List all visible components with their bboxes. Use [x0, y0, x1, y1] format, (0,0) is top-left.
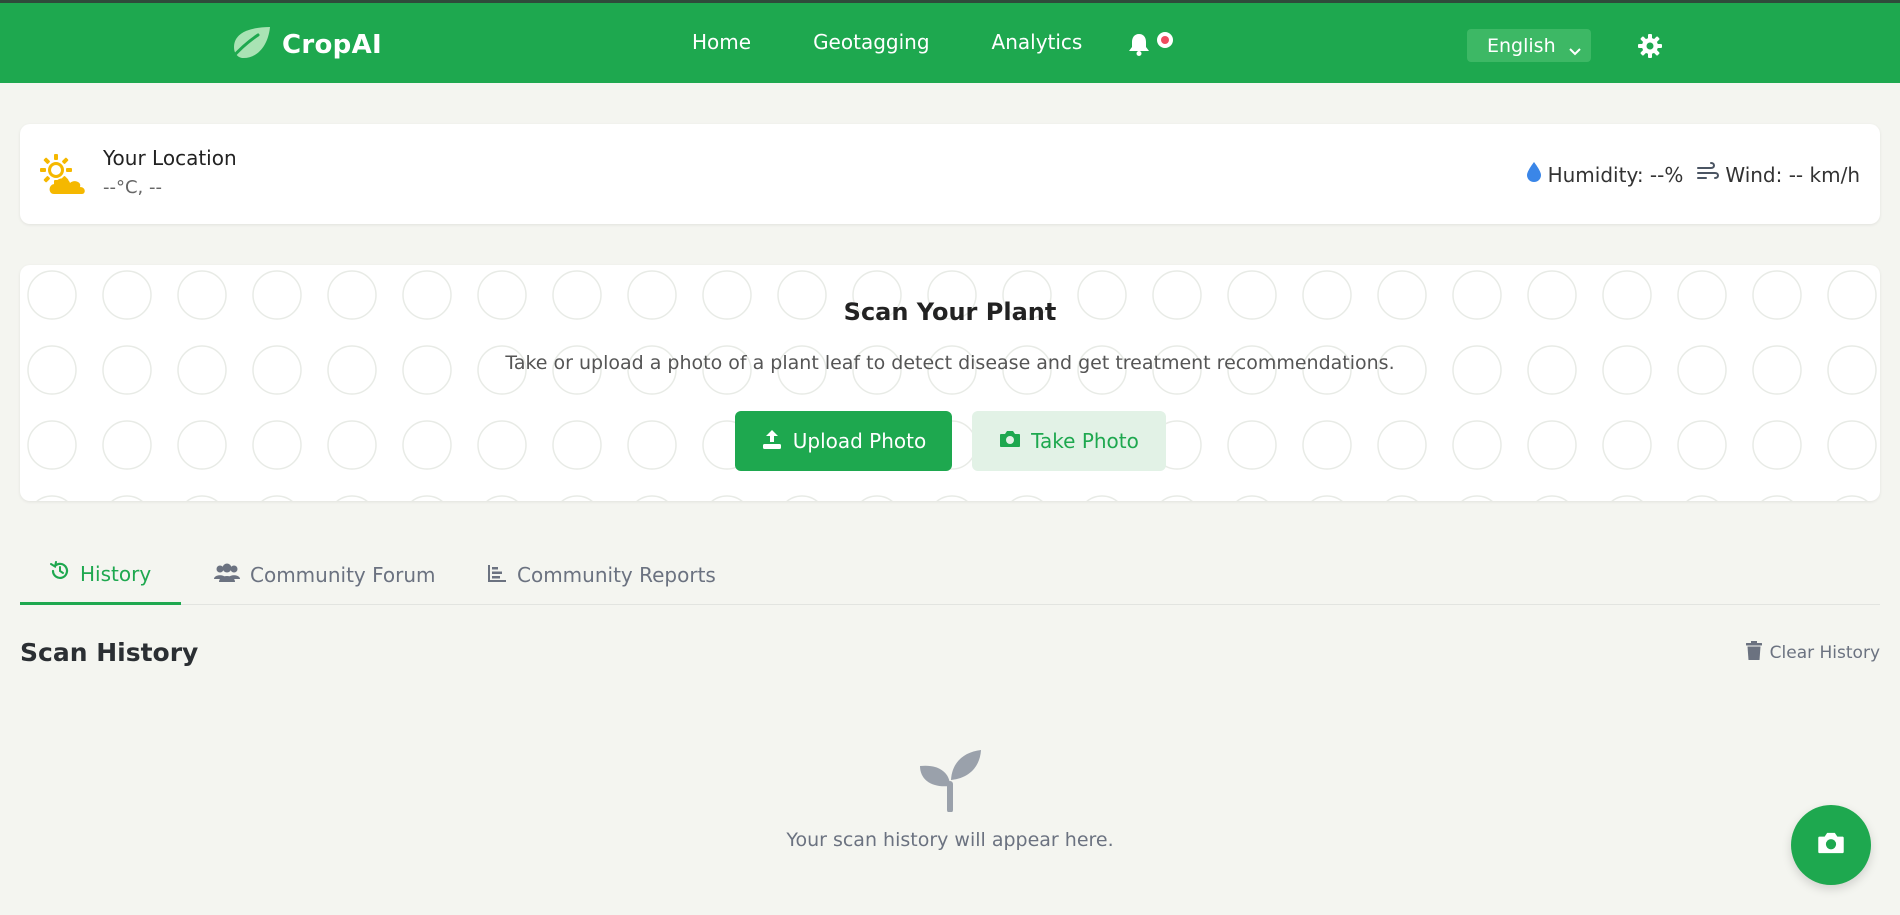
nav-geotagging[interactable]: Geotagging: [813, 30, 929, 54]
water-drop-icon: [1526, 161, 1542, 188]
main-nav: Home Geotagging Analytics: [692, 30, 1082, 54]
nav-home[interactable]: Home: [692, 30, 751, 54]
seedling-icon: [918, 748, 982, 816]
wind-icon: [1697, 162, 1720, 187]
tab-community-forum-label: Community Forum: [250, 563, 436, 587]
upload-icon: [761, 428, 783, 455]
bar-chart-icon: [487, 563, 507, 588]
notification-bell-icon[interactable]: [1128, 32, 1150, 56]
notification-badge: [1157, 32, 1173, 48]
location-temperature: --°C, --: [103, 177, 162, 198]
tab-bar: History Community Forum Community Report…: [20, 545, 1880, 605]
brand[interactable]: CropAI: [228, 25, 382, 65]
weather-card: Your Location --°C, -- Humidity: --% Win…: [20, 124, 1880, 224]
trash-icon: [1745, 641, 1762, 665]
wind-stat: Wind: -- km/h: [1697, 162, 1860, 187]
location-name: Your Location: [103, 146, 237, 170]
weather-stats: Humidity: --% Wind: -- km/h: [1526, 161, 1860, 188]
leaf-logo-icon: [228, 25, 272, 65]
brand-name: CropAI: [282, 30, 382, 60]
tab-history-label: History: [80, 561, 152, 586]
users-icon: [214, 563, 240, 588]
scan-description: Take or upload a photo of a plant leaf t…: [505, 352, 1395, 374]
take-photo-label: Take Photo: [1031, 429, 1139, 453]
gear-icon[interactable]: [1638, 34, 1662, 58]
camera-fab-button[interactable]: [1791, 805, 1871, 885]
wind-value: Wind: -- km/h: [1725, 162, 1860, 187]
scan-history-title: Scan History: [20, 638, 199, 667]
language-value: English: [1487, 34, 1556, 57]
humidity-value: Humidity: --%: [1547, 162, 1684, 187]
clear-history-label: Clear History: [1769, 643, 1880, 663]
scan-card: Scan Your Plant Take or upload a photo o…: [20, 265, 1880, 501]
empty-history-message: Your scan history will appear here.: [786, 829, 1114, 851]
clear-history-button[interactable]: Clear History: [1745, 641, 1880, 665]
upload-photo-label: Upload Photo: [792, 429, 927, 453]
tab-community-forum[interactable]: Community Forum: [214, 545, 436, 605]
upload-photo-button[interactable]: Upload Photo: [735, 411, 952, 471]
tab-community-reports-label: Community Reports: [517, 563, 716, 587]
language-select[interactable]: English: [1467, 29, 1591, 62]
scan-title: Scan Your Plant: [843, 298, 1057, 326]
chevron-down-icon: [1569, 40, 1581, 62]
humidity-stat: Humidity: --%: [1526, 161, 1684, 188]
tab-history[interactable]: History: [20, 545, 182, 605]
nav-analytics[interactable]: Analytics: [992, 30, 1083, 54]
camera-icon: [999, 429, 1021, 453]
partly-sunny-icon: [38, 152, 90, 200]
camera-icon: [1817, 831, 1845, 859]
tab-community-reports[interactable]: Community Reports: [487, 545, 716, 605]
history-icon: [50, 561, 70, 586]
take-photo-button[interactable]: Take Photo: [972, 411, 1166, 471]
navbar: CropAI Home Geotagging Analytics English: [0, 3, 1900, 83]
